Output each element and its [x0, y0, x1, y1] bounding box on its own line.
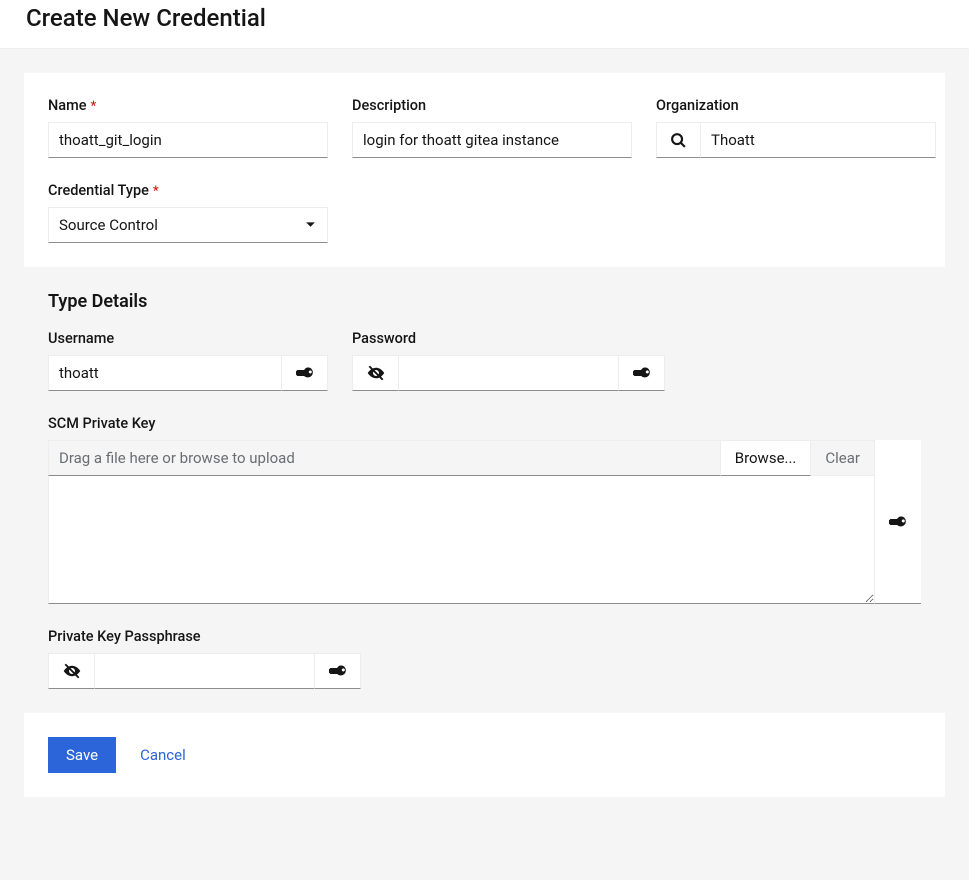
scm-key-clear-button[interactable]: Clear — [811, 440, 875, 476]
username-label: Username — [48, 330, 328, 347]
password-visibility-toggle[interactable] — [352, 355, 398, 391]
save-button[interactable]: Save — [48, 737, 116, 773]
name-input[interactable] — [48, 122, 328, 158]
eye-slash-icon — [367, 364, 385, 382]
password-key-button[interactable] — [619, 355, 665, 391]
key-icon — [296, 364, 314, 382]
credential-type-label: Credential Type* — [48, 182, 328, 199]
name-label: Name* — [48, 97, 328, 114]
key-icon — [329, 662, 347, 680]
passphrase-key-button[interactable] — [315, 653, 361, 689]
scm-key-dropzone[interactable]: Drag a file here or browse to upload — [48, 440, 721, 476]
password-label: Password — [352, 330, 665, 347]
description-input[interactable] — [352, 122, 632, 158]
scm-key-browse-button[interactable]: Browse... — [721, 440, 812, 476]
cancel-button[interactable]: Cancel — [140, 737, 186, 773]
scm-key-textarea[interactable] — [48, 476, 875, 604]
organization-lookup-button[interactable] — [656, 122, 700, 158]
username-input[interactable] — [48, 355, 282, 391]
required-star: * — [153, 184, 159, 199]
type-details-heading: Type Details — [48, 291, 921, 312]
passphrase-input[interactable] — [94, 653, 315, 689]
credential-type-select[interactable] — [48, 207, 328, 243]
passphrase-visibility-toggle[interactable] — [48, 653, 94, 689]
page-title: Create New Credential — [0, 0, 969, 49]
organization-input[interactable] — [700, 122, 936, 158]
password-input[interactable] — [398, 355, 619, 391]
description-label: Description — [352, 97, 632, 114]
search-icon — [670, 132, 687, 149]
username-key-button[interactable] — [282, 355, 328, 391]
scm-key-key-button[interactable] — [875, 440, 921, 604]
required-star: * — [91, 99, 97, 114]
eye-slash-icon — [63, 662, 81, 680]
key-icon — [633, 364, 651, 382]
scm-private-key-label: SCM Private Key — [48, 415, 921, 432]
key-icon — [889, 513, 907, 531]
passphrase-label: Private Key Passphrase — [48, 628, 361, 645]
credential-form-panel: Name* Description Organization — [24, 73, 945, 797]
organization-label: Organization — [656, 97, 936, 114]
